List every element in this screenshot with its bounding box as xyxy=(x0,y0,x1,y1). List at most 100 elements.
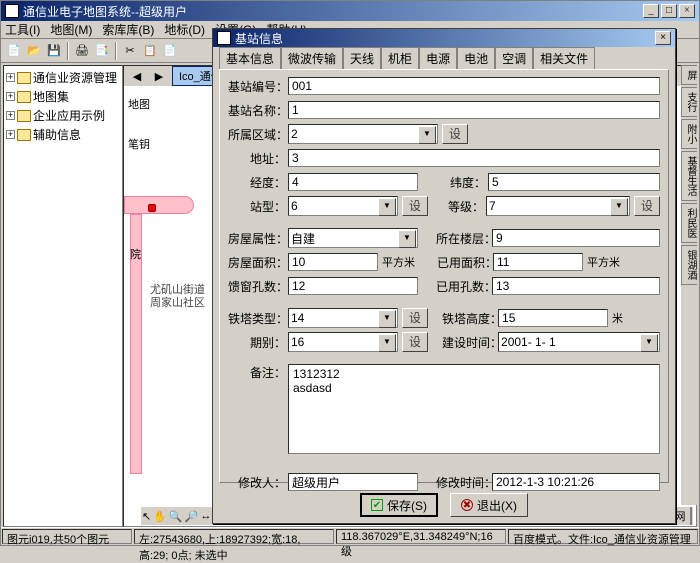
tab-battery[interactable]: 电池 xyxy=(457,47,495,69)
tab-microwave[interactable]: 微波传输 xyxy=(281,47,343,69)
area-select[interactable]: 2 xyxy=(288,124,438,144)
name-input[interactable] xyxy=(288,101,660,119)
folder-icon xyxy=(17,91,31,103)
tb-copy-icon[interactable]: 📋 xyxy=(141,42,159,60)
id-input[interactable] xyxy=(288,77,660,95)
tree-panel[interactable]: +通信业资源管理 +地图集 +企业应用示例 +辅助信息 xyxy=(3,65,123,527)
label-period: 期别： xyxy=(228,334,288,351)
area-set-button[interactable]: 设 xyxy=(442,124,468,144)
dialog-tabs: 基本信息 微波传输 天线 机柜 电源 电池 空调 相关文件 xyxy=(219,51,669,69)
station-dialog: 基站信息 × 基本信息 微波传输 天线 机柜 电源 电池 空调 相关文件 基站编… xyxy=(212,28,676,524)
main-titlebar[interactable]: 通信业电子地图系统--超级用户 _ □ × xyxy=(1,1,699,21)
tb-print2-icon[interactable]: 📑 xyxy=(93,42,111,60)
map-label: 地图 xyxy=(128,96,150,112)
harea-input[interactable] xyxy=(288,253,378,271)
menu-landmark[interactable]: 地标(D) xyxy=(164,21,205,38)
tab-files[interactable]: 相关文件 xyxy=(533,47,595,69)
nav-icon[interactable]: ↖ xyxy=(141,507,152,525)
menu-tools[interactable]: 工具(I) xyxy=(5,21,40,38)
close-button[interactable]: × xyxy=(679,4,695,18)
exit-button[interactable]: ✖退出(X) xyxy=(450,493,528,517)
minimize-button[interactable]: _ xyxy=(643,4,659,18)
addr-input[interactable] xyxy=(288,149,660,167)
zoomin-icon[interactable]: 🔍 xyxy=(168,507,184,525)
btab-12[interactable]: 村县 xyxy=(691,507,694,525)
label-addr: 地址： xyxy=(228,150,288,167)
folder-icon xyxy=(17,110,31,122)
zoomout-icon[interactable]: 🔎 xyxy=(184,507,200,525)
dialog-titlebar[interactable]: 基站信息 × xyxy=(213,29,675,47)
tab-prev-icon[interactable]: ◀ xyxy=(128,67,146,85)
tree-item-3[interactable]: +辅助信息 xyxy=(6,125,120,144)
tb-new-icon[interactable]: 📄 xyxy=(5,42,23,60)
lat-input[interactable] xyxy=(488,173,660,191)
dialog-close-button[interactable]: × xyxy=(655,31,671,45)
tab-ac[interactable]: 空调 xyxy=(495,47,533,69)
unit-m: 米 xyxy=(608,310,627,326)
btime-select[interactable]: 2001- 1- 1 xyxy=(498,332,660,352)
rt-2[interactable]: 附小 xyxy=(681,119,697,149)
ttype-select[interactable]: 14 xyxy=(288,308,398,328)
floor-input[interactable] xyxy=(492,229,660,247)
label-stype: 站型： xyxy=(228,198,288,215)
status-coords: 左:27543680,上:18927392;宽:18,高:29; 0点; 未选中 xyxy=(134,529,334,544)
label-holes: 馈窗孔数： xyxy=(228,278,288,295)
tb-cut-icon[interactable]: ✂ xyxy=(121,42,139,60)
tab-cabinet[interactable]: 机柜 xyxy=(381,47,419,69)
tab-antenna[interactable]: 天线 xyxy=(343,47,381,69)
grade-select[interactable]: 7 xyxy=(486,196,630,216)
dialog-buttons: ✔保存(S) ✖退出(X) xyxy=(213,493,675,517)
modtime-input xyxy=(492,473,660,491)
holes-input[interactable] xyxy=(288,277,418,295)
prop-select[interactable]: 自建 xyxy=(288,228,418,248)
remark-textarea[interactable]: 1312312 asdasd xyxy=(288,364,660,454)
map-label: 笔钥 xyxy=(128,136,150,152)
save-button[interactable]: ✔保存(S) xyxy=(360,493,438,517)
stype-set-button[interactable]: 设 xyxy=(402,196,428,216)
tab-power[interactable]: 电源 xyxy=(419,47,457,69)
maximize-button[interactable]: □ xyxy=(661,4,677,18)
map-marker[interactable] xyxy=(148,204,156,212)
tb-print-icon[interactable]: 🖨 xyxy=(73,42,91,60)
status-bar: 图元i019,共50个图元 左:27543680,上:18927392;宽:18… xyxy=(1,527,699,545)
grade-set-button[interactable]: 设 xyxy=(634,196,660,216)
uarea-input[interactable] xyxy=(493,253,583,271)
ttype-set-button[interactable]: 设 xyxy=(402,308,428,328)
tb-paste-icon[interactable]: 📄 xyxy=(161,42,179,60)
period-set-button[interactable]: 设 xyxy=(402,332,428,352)
ruler-icon[interactable]: ↔ xyxy=(199,507,212,525)
label-harea: 房屋面积： xyxy=(228,254,288,271)
tree-item-1[interactable]: +地图集 xyxy=(6,87,120,106)
stype-select[interactable]: 6 xyxy=(288,196,398,216)
tb-open-icon[interactable]: 📂 xyxy=(25,42,43,60)
tree-item-2[interactable]: +企业应用示例 xyxy=(6,106,120,125)
rt-1[interactable]: 支行 xyxy=(681,87,697,117)
menu-map[interactable]: 地图(M) xyxy=(50,21,92,38)
label-floor: 所在楼层： xyxy=(436,230,492,247)
tab-next-icon[interactable]: ▶ xyxy=(150,67,168,85)
right-tabs: 屏 支行 附小 基督生活 利民医 银湖酒 xyxy=(681,65,697,505)
rt-3[interactable]: 基督生活 xyxy=(681,151,697,201)
label-lat: 纬度： xyxy=(448,174,488,191)
rt-0[interactable]: 屏 xyxy=(681,65,697,85)
label-ttype: 铁塔类型： xyxy=(228,310,288,327)
status-latlon: 118.367029°E,31.348249°N;16级 xyxy=(336,529,506,544)
tab-basic[interactable]: 基本信息 xyxy=(219,47,281,70)
rt-4[interactable]: 利民医 xyxy=(681,203,697,243)
folder-icon xyxy=(17,129,31,141)
rt-5[interactable]: 银湖酒 xyxy=(681,245,697,285)
unit-sqm: 平方米 xyxy=(378,254,419,270)
tb-save-icon[interactable]: 💾 xyxy=(45,42,63,60)
menu-search[interactable]: 索库库(B) xyxy=(102,21,154,38)
period-select[interactable]: 16 xyxy=(288,332,398,352)
label-remark: 备注： xyxy=(228,364,288,454)
tree-item-0[interactable]: +通信业资源管理 xyxy=(6,68,120,87)
dialog-icon xyxy=(217,31,231,45)
hand-icon[interactable]: ✋ xyxy=(152,507,168,525)
uholes-input[interactable] xyxy=(492,277,660,295)
lon-input[interactable] xyxy=(288,173,418,191)
theight-input[interactable] xyxy=(498,309,608,327)
label-lon: 经度： xyxy=(228,174,288,191)
map-label: 院 xyxy=(130,246,141,262)
label-id: 基站编号： xyxy=(228,78,288,95)
